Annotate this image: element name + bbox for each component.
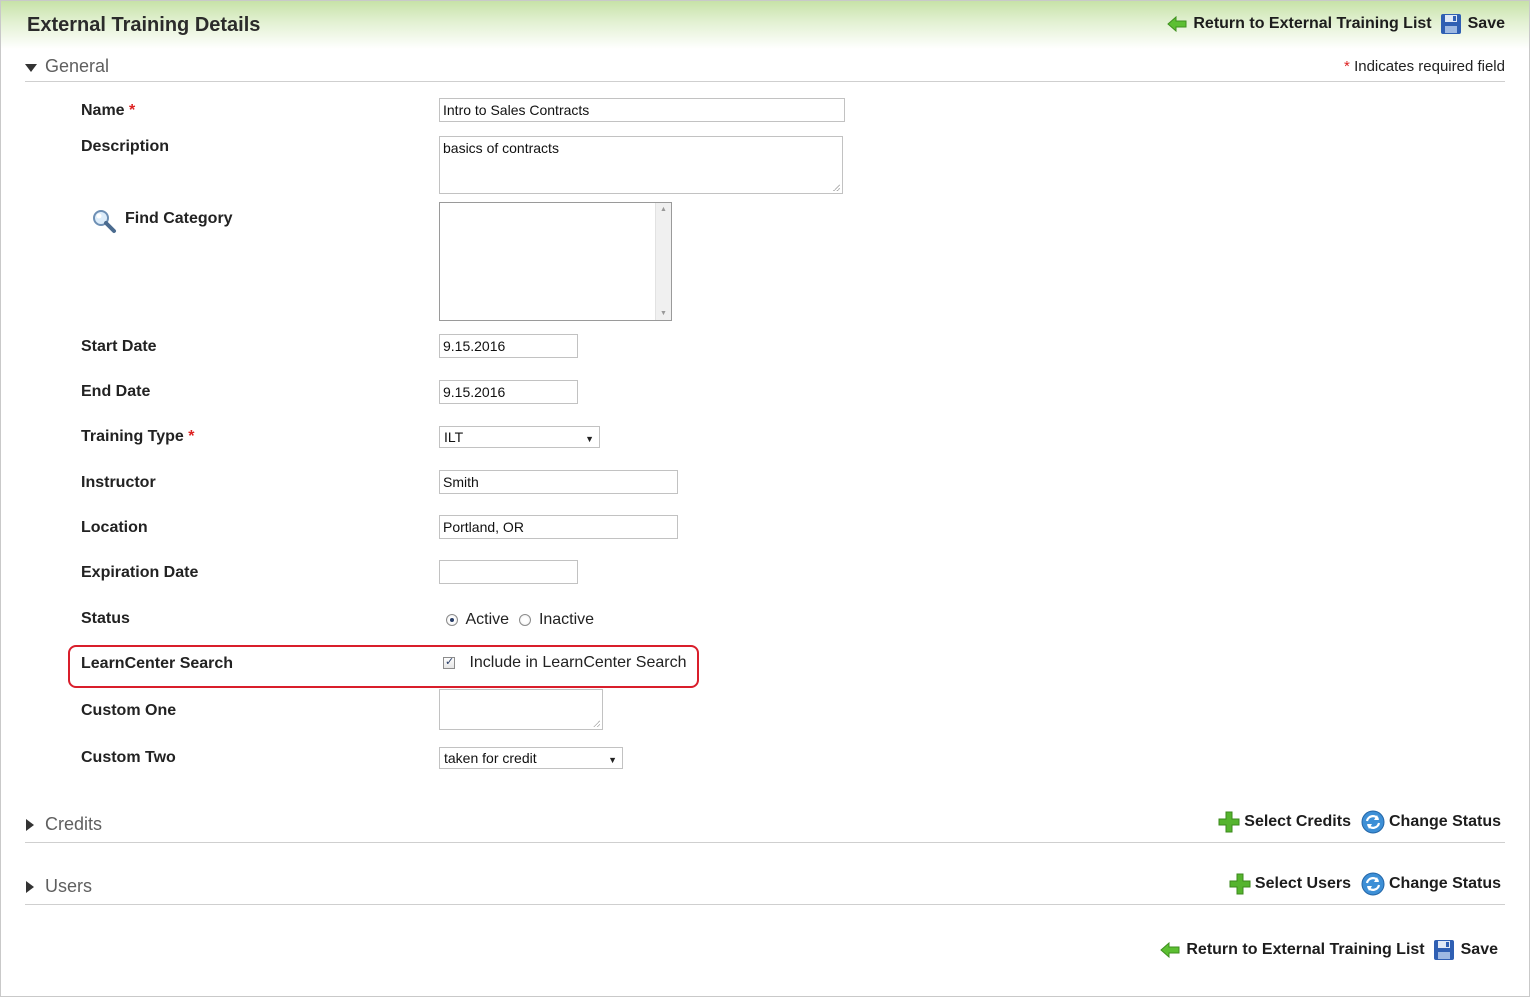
category-listbox[interactable]: ▲ ▼	[439, 202, 672, 321]
credits-change-status-button[interactable]: Change Status	[1361, 810, 1501, 834]
name-label: Name *	[81, 102, 136, 119]
status-active-label[interactable]: Active	[465, 611, 509, 628]
description-textarea[interactable]: basics of contracts	[439, 136, 843, 194]
custom-two-label: Custom Two	[81, 749, 176, 766]
general-section-header: General * Indicates required field	[25, 56, 1505, 82]
learncenter-search-option: Include in LearnCenter Search	[443, 654, 686, 672]
page-title: External Training Details	[27, 14, 261, 36]
learncenter-search-checkbox[interactable]	[443, 655, 455, 669]
general-section-title[interactable]: General	[45, 56, 109, 77]
back-arrow-icon	[1167, 16, 1187, 32]
users-section-title[interactable]: Users	[45, 876, 92, 897]
training-type-label: Training Type *	[81, 428, 195, 445]
refresh-icon	[1361, 810, 1385, 834]
end-date-label: End Date	[81, 383, 151, 400]
learncenter-search-option-label[interactable]: Include in LearnCenter Search	[469, 654, 686, 671]
training-type-select[interactable]: ILT ▼	[439, 426, 600, 448]
start-date-label: Start Date	[81, 338, 157, 355]
description-label: Description	[81, 138, 170, 155]
footer-save-label: Save	[1460, 941, 1498, 958]
status-inactive-radio[interactable]	[519, 613, 532, 626]
footer-save-button[interactable]: Save	[1433, 939, 1498, 961]
status-radio-group: Active Inactive	[446, 611, 594, 629]
status-label: Status	[81, 610, 130, 627]
users-section-header: Users Select Users Change Status	[25, 872, 1505, 905]
training-type-value: ILT	[444, 429, 464, 445]
scroll-down-icon[interactable]: ▼	[660, 310, 667, 317]
description-text: basics of contracts	[443, 140, 559, 156]
plus-icon	[1229, 873, 1251, 895]
save-disk-icon	[1440, 13, 1462, 35]
name-input[interactable]: Intro to Sales Contracts	[439, 98, 845, 122]
instructor-label: Instructor	[81, 474, 156, 491]
custom-one-label: Custom One	[81, 702, 177, 719]
end-date-input[interactable]: 9.15.2016	[439, 380, 578, 404]
save-label: Save	[1467, 15, 1505, 32]
magnifier-icon[interactable]	[91, 208, 117, 239]
start-date-input[interactable]: 9.15.2016	[439, 334, 578, 358]
credits-actions: Select Credits Change Status	[1218, 810, 1501, 834]
resize-grip-icon[interactable]	[593, 720, 600, 727]
location-input[interactable]: Portland, OR	[439, 515, 678, 539]
triangle-down-icon[interactable]	[25, 60, 37, 78]
triangle-right-icon[interactable]	[25, 880, 35, 898]
credits-section-header: Credits Select Credits Change Status	[25, 810, 1505, 843]
chevron-down-icon: ▼	[608, 755, 617, 765]
find-category-link[interactable]: Find Category	[125, 210, 233, 228]
expiration-date-input[interactable]	[439, 560, 578, 584]
credits-section-title[interactable]: Credits	[45, 814, 102, 835]
credits-change-status-label: Change Status	[1388, 813, 1501, 830]
footer-actions: Return to External Training List Save	[1160, 939, 1498, 961]
status-active-radio[interactable]	[446, 613, 458, 626]
custom-one-textarea[interactable]	[439, 689, 603, 730]
chevron-down-icon: ▼	[585, 434, 594, 444]
custom-two-select[interactable]: taken for credit ▼	[439, 747, 623, 769]
select-credits-label: Select Credits	[1244, 813, 1351, 830]
users-actions: Select Users Change Status	[1229, 872, 1501, 896]
page-header: External Training Details Return to Exte…	[1, 1, 1529, 49]
footer-return-to-list-label: Return to External Training List	[1186, 941, 1425, 958]
save-button[interactable]: Save	[1440, 13, 1505, 35]
location-label: Location	[81, 519, 148, 536]
plus-icon	[1218, 811, 1240, 833]
required-field-note: * Indicates required field	[1344, 58, 1505, 75]
select-users-label: Select Users	[1254, 875, 1351, 892]
users-change-status-label: Change Status	[1388, 875, 1501, 892]
select-users-button[interactable]: Select Users	[1229, 873, 1351, 895]
resize-grip-icon[interactable]	[833, 184, 840, 191]
users-change-status-button[interactable]: Change Status	[1361, 872, 1501, 896]
scroll-up-icon[interactable]: ▲	[660, 206, 667, 213]
back-arrow-icon	[1160, 942, 1180, 958]
expiration-date-label: Expiration Date	[81, 564, 199, 581]
save-disk-icon	[1433, 939, 1455, 961]
category-scrollbar[interactable]: ▲ ▼	[655, 203, 671, 320]
triangle-right-icon[interactable]	[25, 818, 35, 836]
learncenter-search-label: LearnCenter Search	[81, 655, 234, 672]
return-to-list-link[interactable]: Return to External Training List	[1167, 15, 1432, 33]
select-credits-button[interactable]: Select Credits	[1218, 811, 1351, 833]
return-to-list-label: Return to External Training List	[1193, 15, 1432, 32]
refresh-icon	[1361, 872, 1385, 896]
custom-two-value: taken for credit	[444, 750, 537, 766]
header-actions: Return to External Training List Save	[1167, 13, 1505, 35]
footer-return-to-list-link[interactable]: Return to External Training List	[1160, 941, 1425, 959]
instructor-input[interactable]: Smith	[439, 470, 678, 494]
status-inactive-label[interactable]: Inactive	[539, 611, 594, 628]
